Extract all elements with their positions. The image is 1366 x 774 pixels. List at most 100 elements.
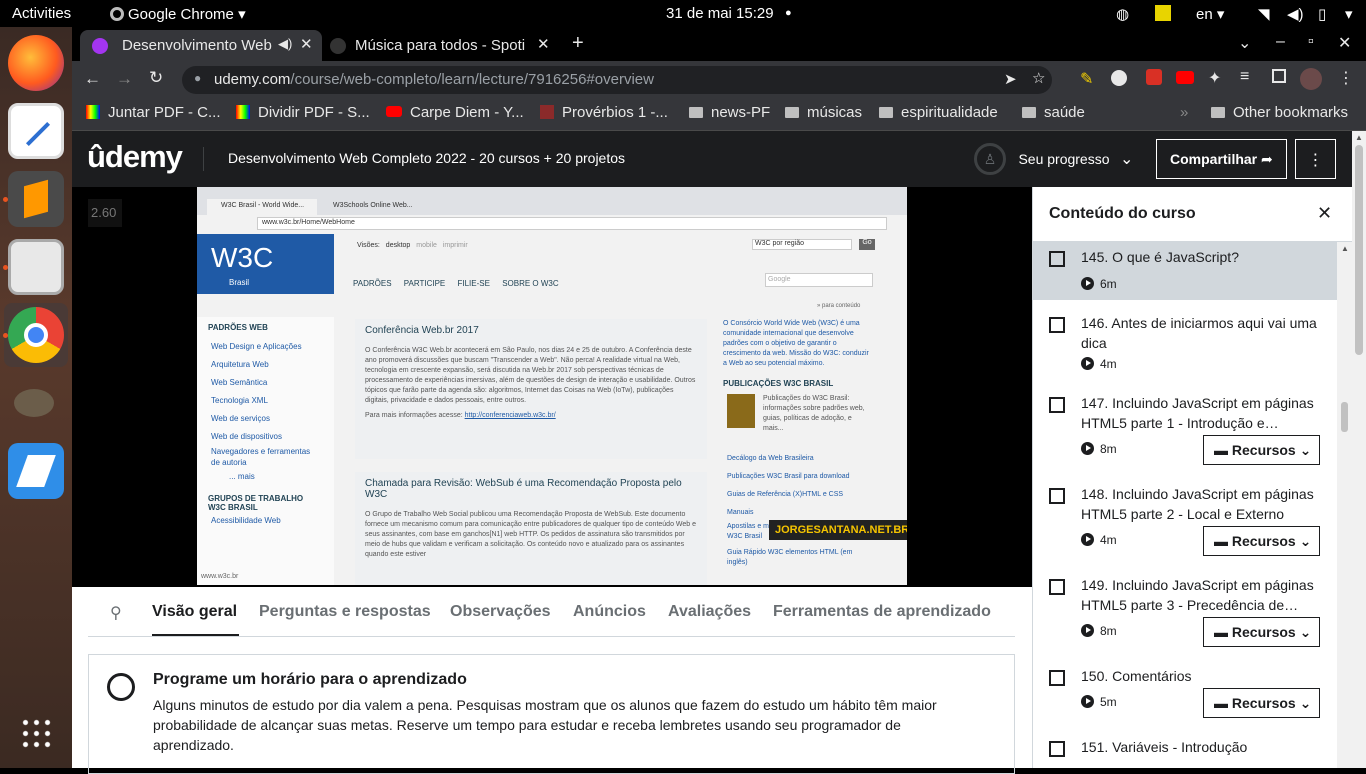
bookmark-proverbios[interactable]: Provérbios 1 -... <box>540 104 668 121</box>
scroll-thumb[interactable] <box>1341 402 1348 432</box>
lecture-checkbox[interactable] <box>1049 317 1065 333</box>
bookmarks-overflow-icon[interactable]: » <box>1180 104 1188 121</box>
bookmark-folder-news[interactable]: news-PF <box>689 104 770 121</box>
forward-icon[interactable]: → <box>116 69 133 89</box>
tab-udemy[interactable]: Desenvolvimento Web ◀) ✕ <box>80 30 322 61</box>
tab-search-icon[interactable]: ⌄ <box>1238 33 1251 53</box>
lecture-item[interactable]: 151. Variáveis - Introdução <box>1033 729 1337 768</box>
lecture-checkbox[interactable] <box>1049 488 1065 504</box>
sidebar-scrollbar[interactable]: ▲ <box>1337 242 1352 768</box>
reload-icon[interactable]: ↻ <box>149 68 163 88</box>
bookmark-folder-espiritualidade[interactable]: espiritualidade <box>879 104 998 121</box>
sublime-text-icon[interactable] <box>8 171 64 227</box>
speaker-icon[interactable]: ◀) <box>278 36 292 52</box>
tab-announcements[interactable]: Anúncios <box>573 603 646 621</box>
tab-reviews[interactable]: Avaliações <box>668 603 751 621</box>
lecture-item[interactable]: 146. Antes de iniciarmos aqui vai uma di… <box>1033 305 1337 385</box>
lecture-title: 149. Incluindo JavaScript em páginas HTM… <box>1081 577 1314 613</box>
address-bar[interactable]: ● udemy.com/course/web-completo/learn/le… <box>182 66 1052 94</box>
tab-close-icon[interactable]: ✕ <box>300 35 313 53</box>
extensions-puzzle-icon[interactable]: ✦ <box>1208 68 1221 88</box>
files-icon[interactable] <box>8 239 64 295</box>
activities-button[interactable]: Activities <box>12 5 71 22</box>
wifi-icon[interactable]: ◥ <box>1258 5 1270 23</box>
system-menu-chevron-icon[interactable]: ▾ <box>1345 5 1353 23</box>
media-controls-icon[interactable]: ≡ <box>1240 68 1249 86</box>
maximize-icon[interactable]: ▫ <box>1308 33 1314 51</box>
bookmark-juntar-pdf[interactable]: Juntar PDF - C... <box>86 104 221 121</box>
resources-button[interactable]: ▬ Recursos ⌄ <box>1203 617 1320 647</box>
volume-icon[interactable]: ◀) <box>1287 5 1304 23</box>
tab-close-icon[interactable]: ✕ <box>537 35 550 53</box>
course-title[interactable]: Desenvolvimento Web Completo 2022 - 20 c… <box>228 150 625 166</box>
article-2-title: Chamada para Revisão: WebSub é uma Recom… <box>365 478 682 500</box>
video-player[interactable]: 2.60 W3C Brasil - World Wide... W3School… <box>72 187 1032 587</box>
notes-tray-icon[interactable] <box>1155 5 1171 21</box>
bookmark-star-icon[interactable]: ☆ <box>1032 69 1045 87</box>
side-panel-icon[interactable] <box>1272 69 1286 83</box>
play-circle-icon <box>1081 624 1094 637</box>
back-icon[interactable]: ← <box>84 69 101 89</box>
lecture-item[interactable]: 149. Incluindo JavaScript em páginas HTM… <box>1033 567 1337 658</box>
lecture-checkbox[interactable] <box>1049 670 1065 686</box>
bookmark-folder-saude[interactable]: saúde <box>1022 104 1085 121</box>
close-sidebar-icon[interactable]: ✕ <box>1317 203 1332 224</box>
youtube-extension-icon[interactable] <box>1176 71 1194 84</box>
show-apps-icon[interactable] <box>20 717 52 749</box>
tab-qa[interactable]: Perguntas e respostas <box>259 603 431 621</box>
chrome-icon[interactable] <box>8 307 64 363</box>
app-menu[interactable]: Google Chrome ▾ <box>110 5 246 23</box>
menu-kebab-icon[interactable]: ⋮ <box>1338 68 1354 88</box>
tab-notes[interactable]: Observações <box>450 603 551 621</box>
share-button[interactable]: Compartilhar ➦ <box>1156 139 1287 179</box>
scroll-up-icon[interactable]: ▲ <box>1341 244 1349 253</box>
recorded-status: www.w3c.br <box>201 573 239 580</box>
text-editor-icon[interactable] <box>8 103 64 159</box>
minimize-icon[interactable]: – <box>1276 33 1285 51</box>
reminder-body: Alguns minutos de estudo por dia valem a… <box>153 697 937 753</box>
lecture-item[interactable]: 145. O que é JavaScript? 6m <box>1033 242 1337 300</box>
url-path: /course/web-completo/learn/lecture/79162… <box>290 71 654 88</box>
lecture-duration: 8m <box>1081 624 1117 638</box>
add-extension-icon[interactable] <box>1111 70 1127 86</box>
gimp-icon[interactable] <box>8 375 64 431</box>
resources-button[interactable]: ▬ Recursos ⌄ <box>1203 526 1320 556</box>
app-store-icon[interactable] <box>8 443 64 499</box>
more-options-button[interactable]: ⋮ <box>1295 139 1336 179</box>
close-window-icon[interactable]: ✕ <box>1338 33 1351 53</box>
bookmark-dividir-pdf[interactable]: Dividir PDF - S... <box>236 104 370 121</box>
lecture-checkbox[interactable] <box>1049 579 1065 595</box>
bookmark-folder-musicas[interactable]: músicas <box>785 104 862 121</box>
lecture-checkbox[interactable] <box>1049 741 1065 757</box>
tab-spotify[interactable]: Música para todos - Spoti ✕ <box>322 30 562 61</box>
lecture-duration: 5m <box>1081 695 1117 709</box>
lecture-item[interactable]: 150. Comentários 5m ▬ Recursos ⌄ <box>1033 658 1337 729</box>
playback-speed[interactable]: 2.60 <box>88 199 122 227</box>
page-scrollbar[interactable]: ▲ <box>1352 131 1366 768</box>
tab-overview[interactable]: Visão geral <box>152 603 237 621</box>
resources-button[interactable]: ▬ Recursos ⌄ <box>1203 435 1320 465</box>
lecture-checkbox[interactable] <box>1049 397 1065 413</box>
progress-control[interactable]: ♙ Seu progresso ⌄ <box>974 143 1133 175</box>
new-tab-icon[interactable]: + <box>572 32 584 55</box>
highlighter-extension-icon[interactable]: ✎ <box>1080 69 1093 89</box>
lecture-checkbox[interactable] <box>1049 251 1065 267</box>
resources-button[interactable]: ▬ Recursos ⌄ <box>1203 688 1320 718</box>
udemy-logo[interactable]: ûdemy <box>87 139 183 175</box>
clock[interactable]: 31 de mai 15:29 <box>666 5 774 22</box>
notification-extension-icon[interactable] <box>1146 69 1162 85</box>
tab-learning-tools[interactable]: Ferramentas de aprendizado <box>773 603 991 621</box>
lecture-item[interactable]: 147. Incluindo JavaScript em páginas HTM… <box>1033 385 1337 476</box>
battery-icon[interactable]: ▯ <box>1318 5 1326 23</box>
profile-avatar[interactable] <box>1300 68 1322 90</box>
bookmark-carpe-diem[interactable]: Carpe Diem - Y... <box>386 104 524 121</box>
network-app-icon[interactable]: ◍ <box>1116 5 1129 23</box>
scroll-up-icon[interactable]: ▲ <box>1355 133 1363 142</box>
other-bookmarks[interactable]: Other bookmarks <box>1211 104 1348 121</box>
language-indicator[interactable]: en ▾ <box>1196 5 1224 23</box>
lecture-item[interactable]: 148. Incluindo JavaScript em páginas HTM… <box>1033 476 1337 567</box>
firefox-icon[interactable] <box>8 35 64 91</box>
scroll-thumb[interactable] <box>1355 145 1363 355</box>
send-icon[interactable]: ➤ <box>1004 70 1017 88</box>
search-icon[interactable]: ⚲ <box>110 603 122 623</box>
